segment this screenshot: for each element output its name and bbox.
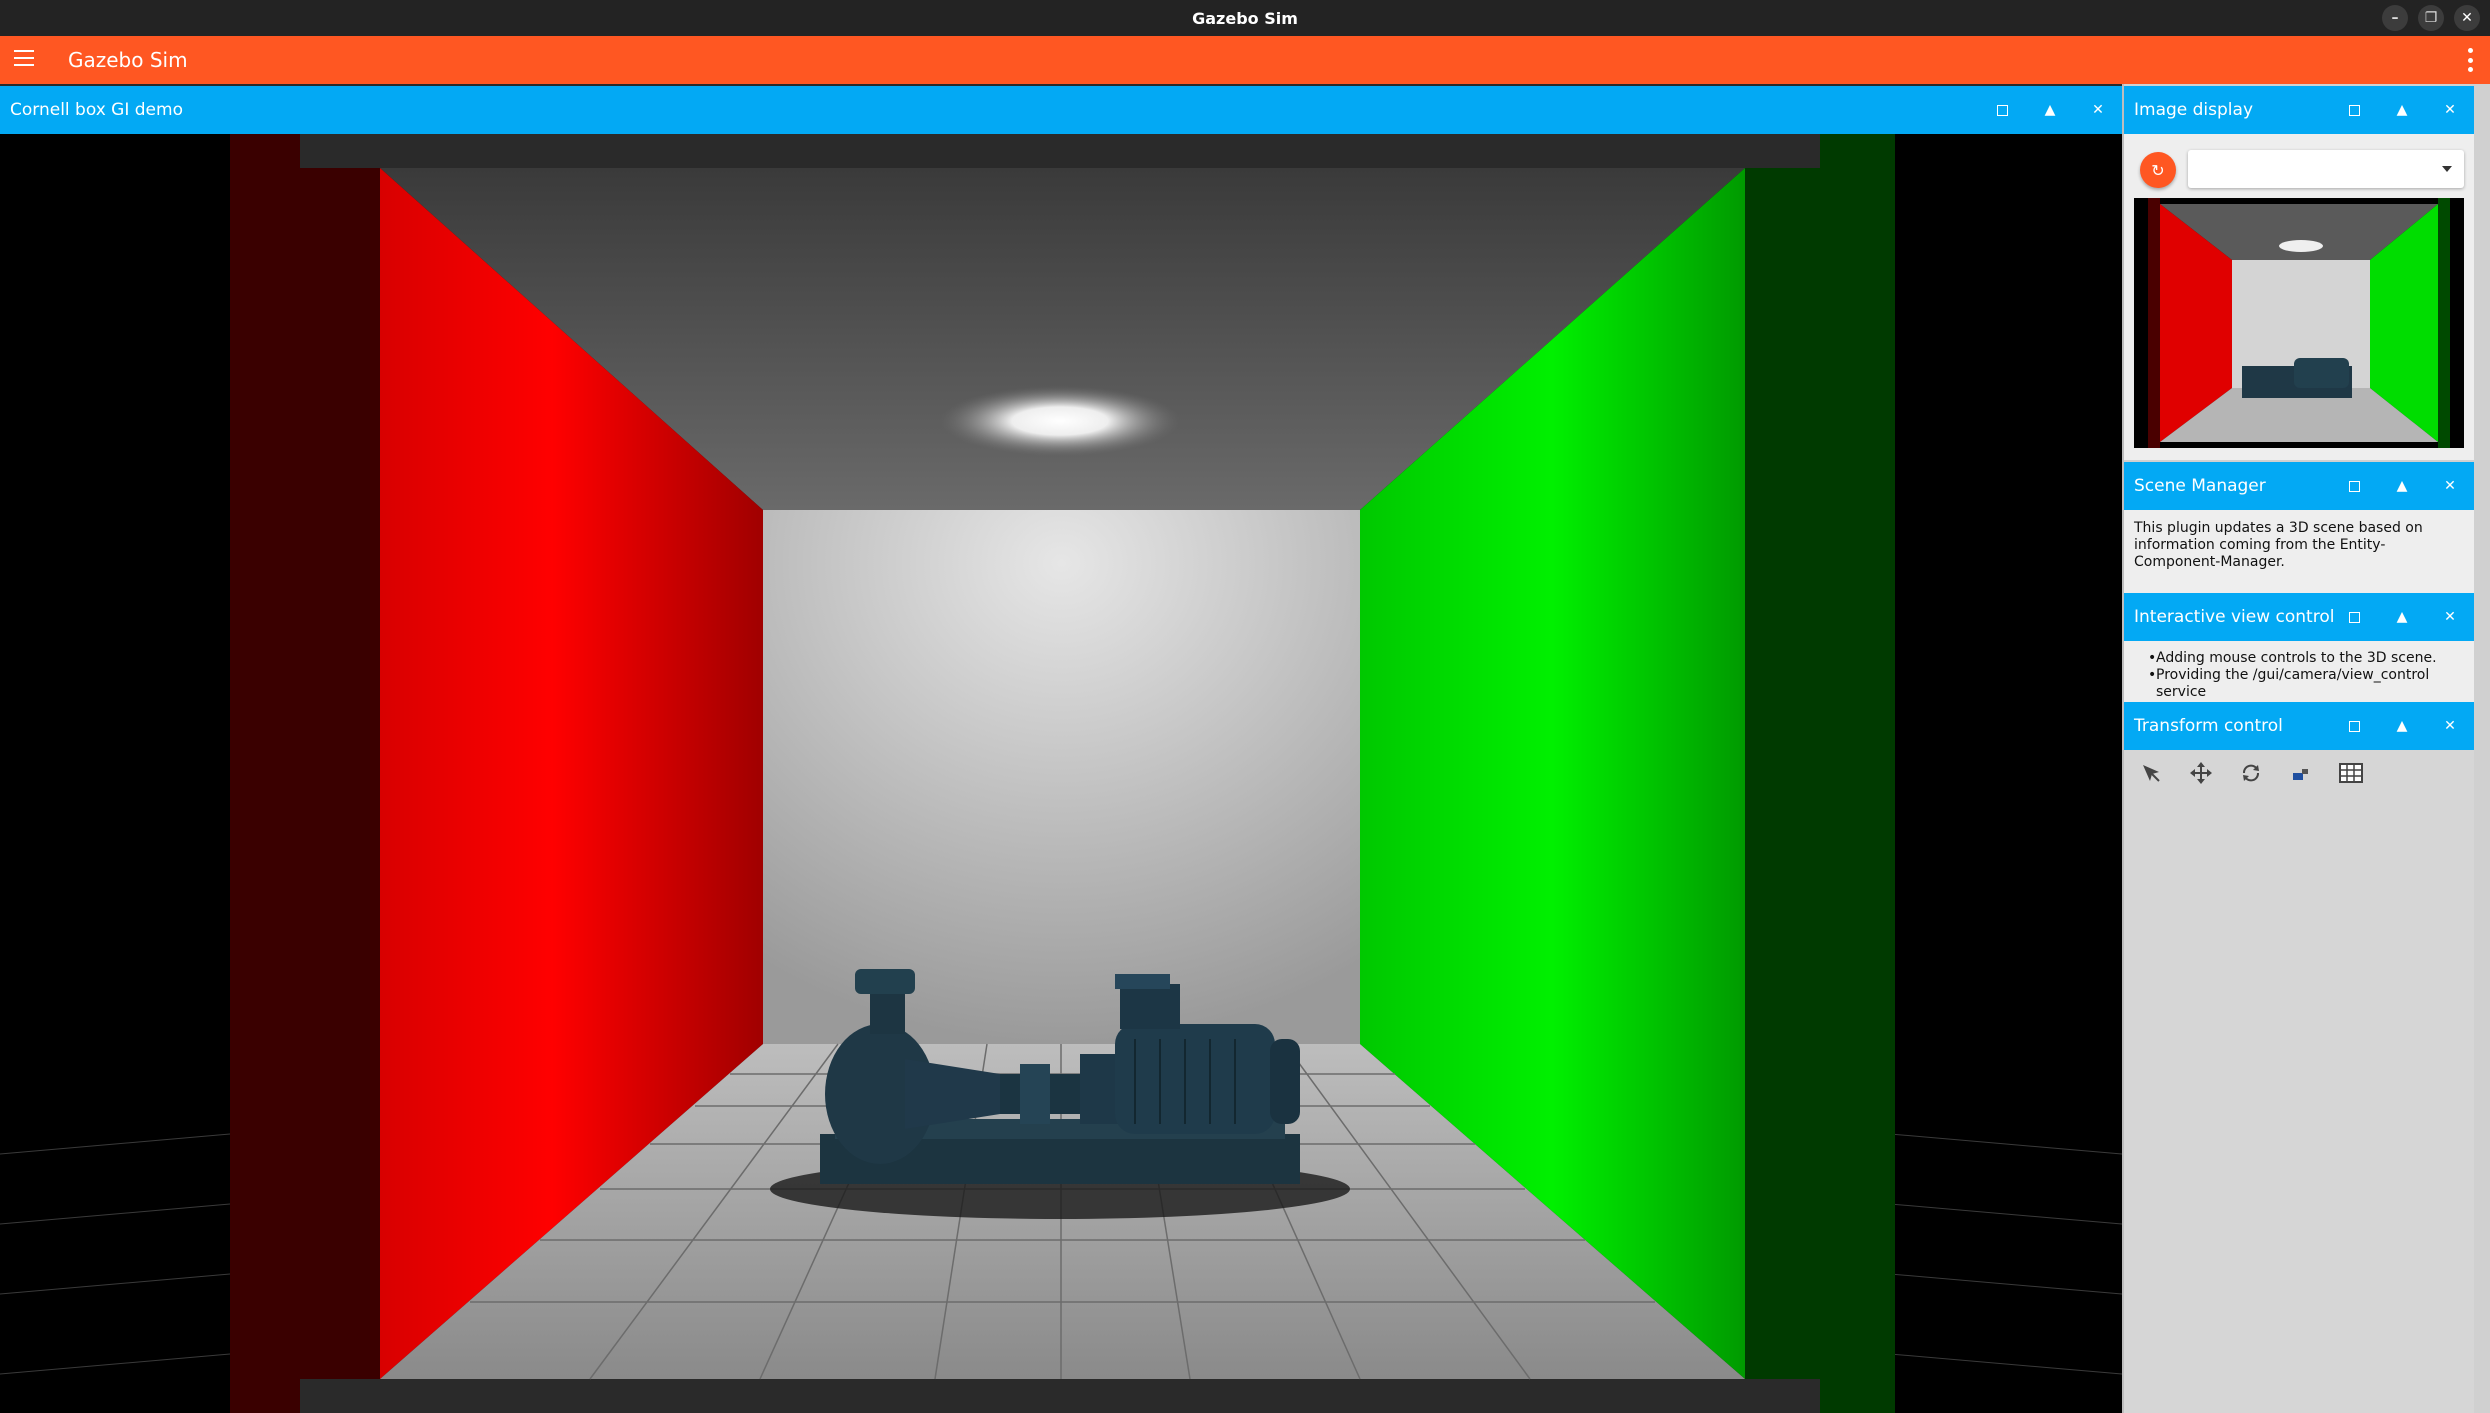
scene-manager-description: This plugin updates a 3D scene based on … — [2134, 520, 2423, 570]
float-button[interactable] — [2330, 86, 2378, 134]
refresh-icon[interactable]: ↻ — [2140, 152, 2176, 188]
list-item: Providing the /gui/camera/view_control s… — [2124, 667, 2464, 701]
transform-toolbar — [2134, 756, 2367, 789]
topic-dropdown[interactable] — [2188, 150, 2464, 188]
close-panel-button[interactable]: ✕ — [2426, 462, 2474, 510]
close-panel-button[interactable]: ✕ — [2426, 702, 2474, 750]
window-title: Gazebo Sim — [1192, 8, 1298, 28]
image-display-header: Image display ▲ ✕ — [2124, 86, 2474, 134]
app-bar: Gazebo Sim — [0, 36, 2490, 84]
view-control-title: Interactive view control — [2134, 607, 2335, 627]
scene-manager-header: Scene Manager ▲ ✕ — [2124, 462, 2474, 510]
rotate-icon[interactable] — [2234, 756, 2267, 789]
grid-icon[interactable] — [2334, 756, 2367, 789]
scene-panel-header: Cornell box GI demo ▲ ✕ — [0, 86, 2122, 134]
restore-button[interactable]: ❐ — [2418, 5, 2444, 31]
os-titlebar: Gazebo Sim – ❐ ✕ — [0, 0, 2490, 36]
image-display-title: Image display — [2134, 100, 2254, 120]
close-window-button[interactable]: ✕ — [2454, 5, 2480, 31]
translate-icon[interactable] — [2184, 756, 2217, 789]
collapse-button[interactable]: ▲ — [2378, 86, 2426, 134]
transform-control-body — [2124, 750, 2474, 1413]
more-options-icon[interactable] — [2468, 48, 2474, 72]
close-panel-button[interactable]: ✕ — [2074, 86, 2122, 134]
float-button[interactable] — [1978, 86, 2026, 134]
collapse-button[interactable]: ▲ — [2378, 462, 2426, 510]
image-preview — [2134, 198, 2464, 448]
transform-control-header: Transform control ▲ ✕ — [2124, 702, 2474, 750]
scene-panel-title: Cornell box GI demo — [10, 100, 183, 120]
menu-icon[interactable] — [14, 50, 34, 70]
cornell-box-render — [0, 134, 2122, 1413]
float-button[interactable] — [2330, 462, 2378, 510]
window-controls: – ❐ ✕ — [2382, 5, 2480, 31]
scene-3d-viewport[interactable] — [0, 134, 2122, 1413]
float-button[interactable] — [2330, 593, 2378, 641]
collapse-button[interactable]: ▲ — [2378, 593, 2426, 641]
minimize-button[interactable]: – — [2382, 5, 2408, 31]
transform-control-title: Transform control — [2134, 716, 2283, 736]
scene-manager-title: Scene Manager — [2134, 476, 2266, 496]
view-control-header: Interactive view control ▲ ✕ — [2124, 593, 2474, 641]
collapse-button[interactable]: ▲ — [2026, 86, 2074, 134]
snap-icon[interactable] — [2284, 756, 2317, 789]
right-dock: Image display ▲ ✕ ↻ Scene Manager ▲ ✕ Th… — [2122, 84, 2490, 1413]
app-title: Gazebo Sim — [68, 48, 188, 72]
select-icon[interactable] — [2134, 756, 2167, 789]
chevron-down-icon — [2442, 166, 2452, 172]
close-panel-button[interactable]: ✕ — [2426, 86, 2474, 134]
view-control-list: Adding mouse controls to the 3D scene. P… — [2124, 650, 2464, 701]
close-panel-button[interactable]: ✕ — [2426, 593, 2474, 641]
float-button[interactable] — [2330, 702, 2378, 750]
list-item: Adding mouse controls to the 3D scene. — [2124, 650, 2464, 667]
collapse-button[interactable]: ▲ — [2378, 702, 2426, 750]
